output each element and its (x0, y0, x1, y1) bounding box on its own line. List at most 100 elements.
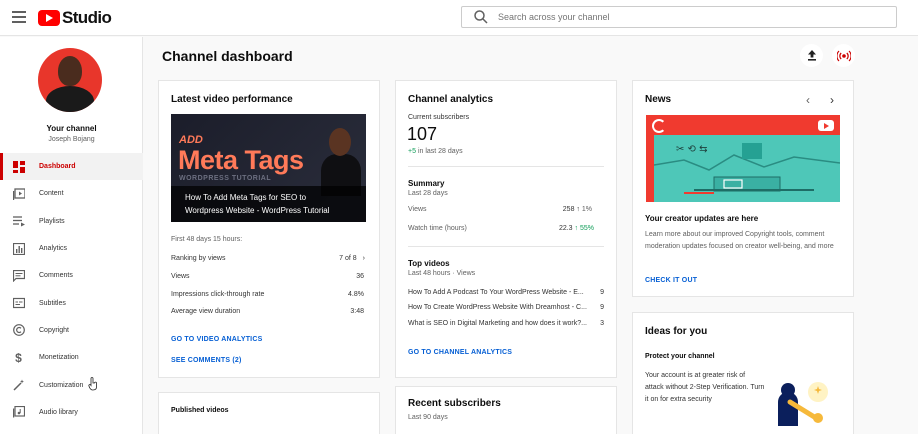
news-prev-icon[interactable]: ‹ (806, 93, 810, 107)
top-videos-period: Last 48 hours · Views (408, 270, 476, 277)
search-input[interactable] (498, 12, 878, 22)
current-subscribers-label: Current subscribers (408, 114, 470, 121)
analytics-icon (12, 242, 25, 255)
top-video-row[interactable]: What is SEO in Digital Marketing and how… (408, 320, 604, 327)
sidebar-item-label: Content (39, 190, 64, 198)
row-label: Average view duration (171, 308, 241, 315)
sidebar-item-audio-library[interactable]: Audio library (0, 399, 143, 426)
copyright-icon (12, 324, 25, 337)
thumb-caption-line-1: How To Add Meta Tags for SEO to (185, 193, 307, 202)
sidebar-item-playlists[interactable]: Playlists (0, 208, 143, 235)
thumb-wp-text: WORDPRESS TUTORIAL (179, 175, 272, 182)
top-video-title: How To Create WordPress Website With Dre… (408, 304, 587, 311)
logo-text: Studio (62, 8, 112, 27)
news-image[interactable]: ✂ ⟲ ⇆ (646, 115, 840, 202)
sidebar-item-copyright[interactable]: Copyright (0, 317, 143, 344)
sidebar-item-label: Customization (39, 381, 84, 389)
news-body: Learn more about our improved Copyright … (645, 231, 834, 250)
cursor-icon (88, 377, 97, 391)
row-label: Views (171, 273, 190, 280)
subtitles-icon (12, 297, 25, 310)
recent-subscribers-title: Recent subscribers (408, 398, 501, 409)
search-bar[interactable] (461, 6, 897, 28)
thumb-meta-text: Meta Tags (178, 145, 304, 175)
sidebar-nav: Dashboard Content Playlists Analytics Co… (0, 153, 143, 426)
news-headline: Your creator updates are here (645, 214, 759, 223)
summary-views-row: Views 258 ↑ 1% (408, 206, 592, 213)
sidebar-item-monetization[interactable]: $ Monetization (0, 344, 143, 371)
news-next-icon[interactable]: › (830, 93, 834, 107)
svg-text:✂ ⟲ ⇆: ✂ ⟲ ⇆ (676, 144, 708, 155)
check-it-out-link[interactable]: CHECK IT OUT (645, 277, 697, 284)
top-bar: Studio (0, 0, 918, 36)
video-thumbnail[interactable]: ADD Meta Tags WORDPRESS TUTORIAL How To … (171, 114, 366, 222)
divider (408, 166, 604, 167)
upload-button[interactable] (800, 44, 823, 67)
thumb-caption-overlay: How To Add Meta Tags for SEO to Wordpres… (171, 186, 366, 222)
top-video-views: 9 (600, 289, 604, 296)
avd-row: Average view duration 3:48 (171, 308, 364, 315)
top-video-views: 9 (600, 304, 604, 311)
sidebar-item-content[interactable]: Content (0, 180, 143, 207)
views-row: Views 36 (171, 273, 364, 280)
live-icon (836, 50, 851, 61)
your-channel-label: Your channel (46, 124, 97, 133)
content-icon (12, 187, 25, 200)
sidebar-item-customization[interactable]: Customization (0, 371, 143, 398)
sidebar-item-analytics[interactable]: Analytics (0, 235, 143, 262)
go-to-channel-analytics-link[interactable]: GO TO CHANNEL ANALYTICS (408, 349, 512, 356)
dashboard-icon (12, 160, 25, 173)
top-video-title: How To Add A Podcast To Your WordPress W… (408, 289, 584, 296)
studio-logo[interactable]: Studio (38, 8, 112, 28)
security-key-icon (778, 382, 828, 426)
ranking-row[interactable]: Ranking by views 7 of 8 › (171, 255, 365, 262)
go-live-button[interactable] (832, 44, 855, 67)
arrow-up-icon: ↑ (574, 225, 579, 232)
chevron-right-icon: › (362, 255, 365, 262)
customization-icon (12, 379, 25, 392)
row-label: Impressions click-through rate (171, 291, 265, 298)
channel-name: Joseph Bojang (48, 136, 95, 143)
menu-icon[interactable] (12, 11, 26, 23)
performance-period: First 48 days 15 hours: (171, 236, 243, 243)
ideas-subtitle: Protect your channel (645, 353, 715, 360)
sidebar-item-label: Audio library (39, 408, 78, 416)
comments-icon (12, 269, 25, 282)
monetization-icon: $ (15, 350, 22, 365)
go-to-video-analytics-link[interactable]: GO TO VIDEO ANALYTICS (171, 336, 262, 343)
news-illustration: ✂ ⟲ ⇆ (653, 143, 840, 194)
sidebar-item-dashboard[interactable]: Dashboard (0, 153, 143, 181)
row-value: 22.3 ↑ 55% (558, 225, 594, 232)
upload-icon (807, 50, 816, 61)
sidebar-item-label: Playlists (39, 217, 65, 225)
sidebar-item-label: Copyright (39, 326, 69, 334)
sidebar-item-label: Analytics (39, 245, 68, 253)
ideas-title: Ideas for you (645, 326, 708, 337)
subscriber-count: 107 (407, 124, 438, 144)
page-title: Channel dashboard (162, 48, 293, 64)
row-value: 3:48 (350, 308, 364, 315)
youtube-icon (38, 10, 60, 26)
published-videos-title: Published videos (171, 407, 229, 414)
summary-period: Last 28 days (408, 190, 448, 197)
row-value: 36 (356, 273, 364, 280)
subscriber-delta: +5 in last 28 days (408, 148, 463, 155)
top-video-row[interactable]: How To Create WordPress Website With Dre… (408, 304, 604, 311)
news-title: News (645, 94, 672, 105)
ctr-row: Impressions click-through rate 4.8% (171, 291, 364, 298)
ideas-body: Your account is at greater risk of attac… (645, 372, 765, 403)
recent-subscribers-period: Last 90 days (408, 414, 448, 421)
sidebar-item-comments[interactable]: Comments (0, 262, 143, 289)
summary-title: Summary (408, 179, 445, 188)
divider (408, 246, 604, 247)
thumb-caption-line-2: Wordpress Website - WordPress Tutorial (185, 206, 330, 215)
see-comments-link[interactable]: SEE COMMENTS (2) (171, 357, 241, 364)
top-videos-title: Top videos (408, 259, 450, 268)
youtube-icon (818, 120, 834, 131)
sidebar-item-label: Subtitles (39, 299, 66, 307)
top-video-row[interactable]: How To Add A Podcast To Your WordPress W… (408, 289, 604, 296)
sidebar-item-subtitles[interactable]: Subtitles (0, 289, 143, 316)
avatar[interactable] (38, 48, 102, 112)
audio-library-icon (12, 406, 25, 419)
row-label: Views (408, 206, 427, 213)
